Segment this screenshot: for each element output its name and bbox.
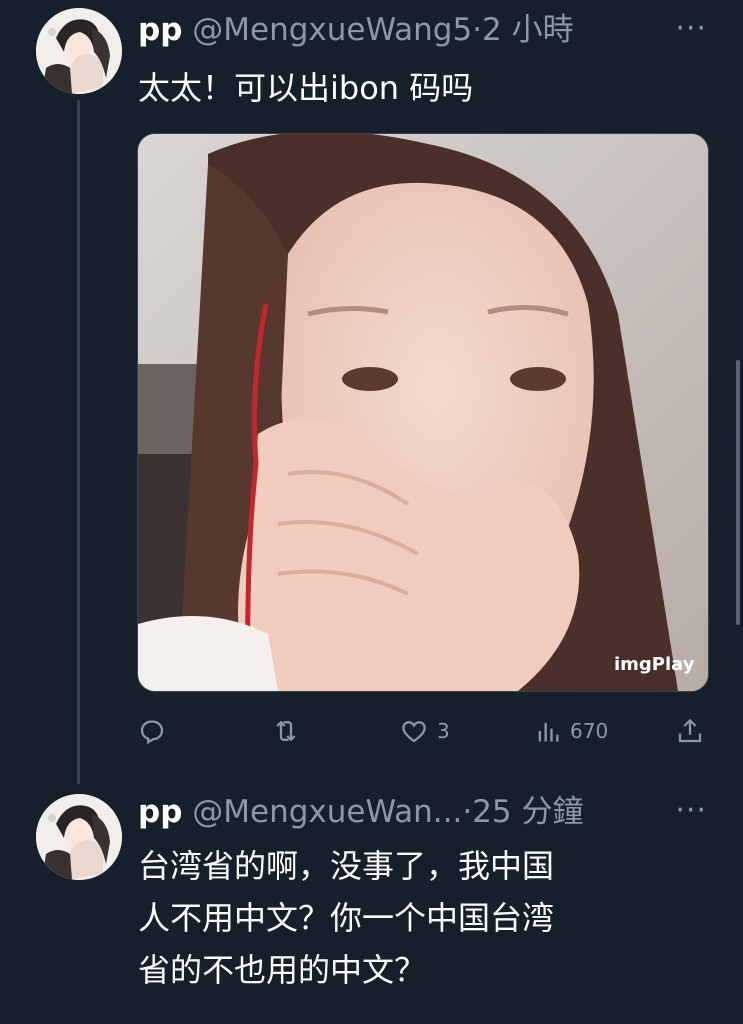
views-icon bbox=[538, 722, 559, 742]
avatar-illustration bbox=[36, 8, 122, 94]
thread-line bbox=[77, 100, 80, 784]
retweet-icon bbox=[276, 720, 296, 742]
handle[interactable]: @MengxueWang5 bbox=[192, 12, 472, 48]
avatar[interactable] bbox=[36, 794, 122, 880]
tweet-actions: 3 670 bbox=[137, 713, 707, 749]
views-count: 670 bbox=[570, 719, 609, 743]
tweet-text: 台湾省的啊，没事了，我中国 人不用中文？你一个中国台湾 省的不也用的中文？ bbox=[138, 840, 554, 996]
avatar-illustration bbox=[36, 794, 122, 880]
share-icon bbox=[678, 718, 702, 743]
reply-button[interactable] bbox=[137, 713, 167, 749]
handle[interactable]: @MengxueWan... bbox=[192, 794, 462, 830]
reply-icon bbox=[140, 720, 164, 745]
tweet-header: pp @MengxueWang5·2 小時 bbox=[138, 10, 574, 50]
tweet-text-line: 省的不也用的中文？ bbox=[138, 951, 427, 989]
tweet-1[interactable]: pp @MengxueWang5·2 小時 ··· 太太！可以出ibon 码吗 bbox=[0, 0, 743, 790]
tweet-2[interactable]: pp @MengxueWan...·25 分鐘 ··· 台湾省的啊，没事了，我中… bbox=[0, 790, 743, 1024]
like-count: 3 bbox=[437, 719, 450, 743]
separator: · bbox=[462, 794, 473, 830]
timestamp[interactable]: 2 小時 bbox=[482, 12, 574, 48]
views-button[interactable]: 670 bbox=[534, 713, 608, 749]
tweet-header: pp @MengxueWan...·25 分鐘 bbox=[138, 792, 584, 832]
tweet-text-line: 台湾省的啊，没事了，我中国 bbox=[138, 847, 555, 885]
scrollbar[interactable] bbox=[736, 360, 740, 625]
share-button[interactable] bbox=[675, 713, 705, 749]
tweet-text: 太太！可以出ibon 码吗 bbox=[138, 69, 474, 107]
display-name[interactable]: pp bbox=[138, 12, 182, 48]
retweet-button[interactable] bbox=[270, 713, 302, 749]
avatar[interactable] bbox=[36, 8, 122, 94]
media-photo: imgPlay bbox=[138, 134, 708, 691]
timestamp[interactable]: 25 分鐘 bbox=[472, 794, 583, 830]
like-icon bbox=[402, 721, 426, 743]
tweet-text-line: 人不用中文？你一个中国台湾 bbox=[138, 899, 555, 937]
tweet-media[interactable]: imgPlay bbox=[137, 133, 709, 692]
more-icon[interactable]: ··· bbox=[675, 796, 707, 826]
display-name[interactable]: pp bbox=[138, 794, 182, 830]
media-watermark: imgPlay bbox=[614, 654, 695, 675]
separator: · bbox=[472, 12, 483, 48]
like-button[interactable]: 3 bbox=[399, 713, 450, 749]
more-icon[interactable]: ··· bbox=[675, 14, 707, 44]
